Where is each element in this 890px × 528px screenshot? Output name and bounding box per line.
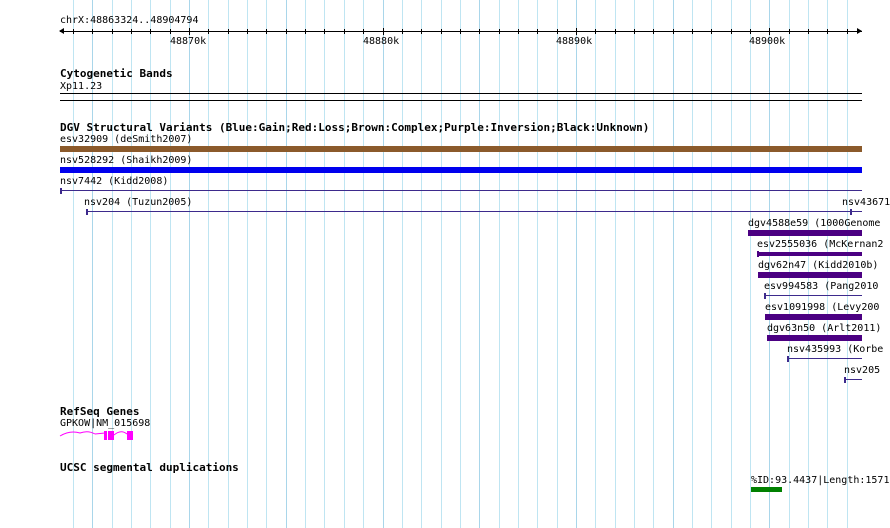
dgv-feature-bar[interactable] <box>758 272 862 278</box>
ruler-tick <box>692 29 693 34</box>
ruler-tick <box>634 29 635 34</box>
dgv-track-title[interactable]: DGV Structural Variants (Blue:Gain;Red:L… <box>60 122 649 134</box>
dgv-feature-bar[interactable] <box>767 335 862 341</box>
ruler-tick <box>808 29 809 34</box>
ruler-tick <box>518 29 519 34</box>
browser-panel: chrX:48863324..48904794 48870k 48880k 48… <box>0 0 890 528</box>
ruler-tick <box>499 29 500 34</box>
dgv-feature-endcap <box>757 251 759 257</box>
ruler-tick <box>673 29 674 34</box>
dgv-feature-label[interactable]: dgv62n47 (Kidd2010b) <box>758 260 878 271</box>
ruler-tick <box>557 29 558 34</box>
ruler-label-48870k: 48870k <box>170 36 207 47</box>
ruler-tick <box>189 28 190 35</box>
ruler-tick <box>112 29 113 34</box>
dgv-feature-label[interactable]: esv2555036 (McKernan2 <box>757 239 883 250</box>
dgv-feature-endcap <box>764 293 766 299</box>
cytoband-top-line <box>60 93 862 94</box>
ruler-tick <box>131 29 132 34</box>
ruler-line <box>60 31 862 32</box>
ruler-left-arrow-icon <box>59 28 64 34</box>
cytoband-track-title[interactable]: Cytogenetic Bands <box>60 68 173 80</box>
dgv-feature-label[interactable]: nsv528292 (Shaikh2009) <box>60 155 192 166</box>
ruler-tick <box>324 29 325 34</box>
dgv-feature-endcap <box>787 356 789 362</box>
position-label: chrX:48863324..48904794 <box>60 15 199 26</box>
dgv-feature-bar[interactable] <box>757 252 862 256</box>
ruler-tick <box>73 29 74 34</box>
dgv-feature-label[interactable]: esv994583 (Pang2010 <box>764 281 878 292</box>
ruler-tick <box>537 29 538 34</box>
dgv-feature-label[interactable]: nsv435993 (Korbe <box>787 344 883 355</box>
dgv-feature-endcap <box>86 209 88 215</box>
ruler-tick <box>595 29 596 34</box>
ruler-tick <box>769 28 770 35</box>
dgv-feature-label[interactable]: nsv204 (Tuzun2005) <box>84 197 192 208</box>
ruler-tick <box>247 29 248 34</box>
segdup-label[interactable]: %ID:93.4437|Length:1571 <box>751 475 889 486</box>
dgv-feature-label[interactable]: esv1091998 (Levy200 <box>765 302 879 313</box>
dgv-feature-bar[interactable] <box>764 295 862 296</box>
ruler-tick <box>208 29 209 34</box>
dgv-feature-label[interactable]: nsv7442 (Kidd2008) <box>60 176 168 187</box>
dgv-feature-endcap <box>850 209 852 215</box>
ruler-tick <box>615 29 616 34</box>
dgv-feature-label[interactable]: nsv43671 <box>842 197 890 208</box>
cytoband-label: Xp11.23 <box>60 81 103 92</box>
ruler-tick <box>305 29 306 34</box>
dgv-feature-label[interactable]: dgv63n50 (Arlt2011) <box>767 323 881 334</box>
dgv-feature-endcap <box>60 188 62 194</box>
ruler-tick <box>150 29 151 34</box>
ruler-tick <box>170 29 171 34</box>
ruler-tick <box>789 29 790 34</box>
ruler-label-48890k: 48890k <box>556 36 593 47</box>
dgv-feature-bar[interactable] <box>60 167 862 173</box>
segdup-feature[interactable] <box>751 487 782 492</box>
ruler-tick <box>344 29 345 34</box>
ruler-tick <box>711 29 712 34</box>
dgv-feature-bar[interactable] <box>765 314 862 320</box>
dgv-feature-endcap <box>844 377 846 383</box>
dgv-feature-bar[interactable] <box>60 146 862 152</box>
dgv-feature-label[interactable]: esv32909 (deSmith2007) <box>60 134 192 145</box>
ruler-tick <box>92 29 93 34</box>
refseq-track-title[interactable]: RefSeq Genes <box>60 406 139 418</box>
refseq-gene-model[interactable] <box>58 426 138 442</box>
segdup-track-title[interactable]: UCSC segmental duplications <box>60 462 239 474</box>
ruler-tick <box>653 29 654 34</box>
ruler-tick <box>441 29 442 34</box>
ruler-label-48880k: 48880k <box>363 36 400 47</box>
dgv-feature-bar[interactable] <box>787 358 862 359</box>
ruler-tick <box>479 29 480 34</box>
cytoband-bottom-line <box>60 100 862 101</box>
ruler-tick <box>847 29 848 34</box>
ruler-tick <box>286 29 287 34</box>
ruler-tick <box>827 29 828 34</box>
ruler-tick <box>731 29 732 34</box>
ruler-tick <box>460 29 461 34</box>
ruler-label-48900k: 48900k <box>749 36 786 47</box>
ruler-tick <box>576 28 577 35</box>
ruler-tick <box>228 29 229 34</box>
dgv-feature-label[interactable]: dgv4588e59 (1000Genome <box>748 218 880 229</box>
ruler-tick <box>266 29 267 34</box>
ruler-tick <box>383 28 384 35</box>
ruler-right-arrow-icon <box>857 28 862 34</box>
ruler-tick <box>750 29 751 34</box>
dgv-feature-label[interactable]: nsv205 <box>844 365 880 376</box>
dgv-feature-bar[interactable] <box>60 190 862 191</box>
dgv-feature-bar[interactable] <box>86 211 862 212</box>
dgv-feature-bar[interactable] <box>748 230 862 236</box>
ruler-tick <box>421 29 422 34</box>
ruler-tick <box>363 29 364 34</box>
dgv-feature-bar[interactable] <box>844 379 862 380</box>
ruler-tick <box>402 29 403 34</box>
